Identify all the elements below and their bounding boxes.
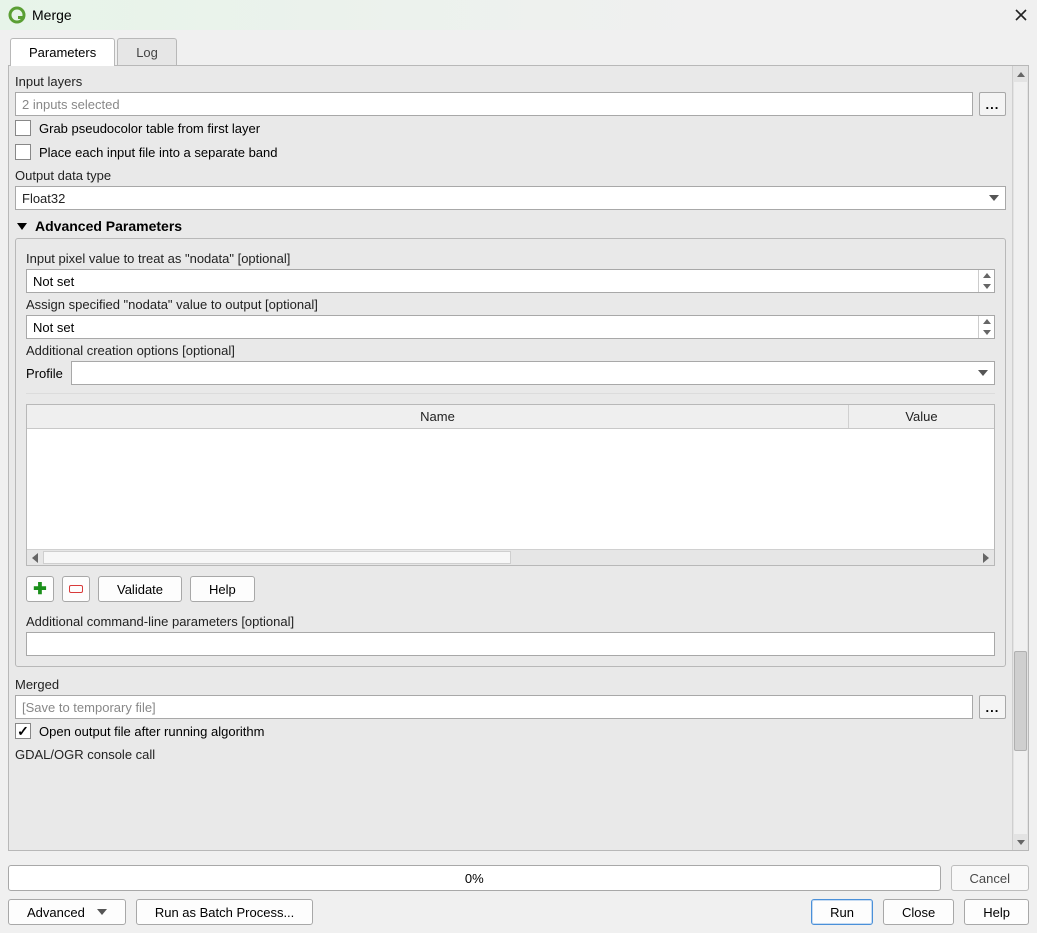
advanced-menu-label: Advanced xyxy=(27,905,85,920)
tab-log[interactable]: Log xyxy=(117,38,177,66)
footer: 0% Cancel Advanced Run as Batch Process.… xyxy=(0,859,1037,933)
assign-nodata-label: Assign specified "nodata" value to outpu… xyxy=(26,297,995,312)
pseudocolor-label: Grab pseudocolor table from first layer xyxy=(39,121,260,136)
merged-output-field[interactable] xyxy=(15,695,973,719)
tab-parameters[interactable]: Parameters xyxy=(10,38,115,66)
scroll-up-button[interactable] xyxy=(1014,67,1028,81)
scroll-thumb[interactable] xyxy=(43,551,511,564)
help-small-button[interactable]: Help xyxy=(190,576,255,602)
separate-band-checkbox[interactable] xyxy=(15,144,31,160)
panel-vscrollbar[interactable] xyxy=(1012,66,1028,850)
chevron-down-icon xyxy=(989,195,999,201)
input-layers-browse-button[interactable]: ... xyxy=(979,92,1006,116)
open-output-label: Open output file after running algorithm xyxy=(39,724,264,739)
close-button[interactable]: Close xyxy=(883,899,954,925)
scroll-right-button[interactable] xyxy=(978,550,994,565)
output-data-type-dropdown[interactable]: Float32 xyxy=(15,186,1006,210)
additional-cmd-label: Additional command-line parameters [opti… xyxy=(26,614,995,629)
plus-icon: ✚ xyxy=(33,579,46,599)
additional-cmd-field[interactable] xyxy=(26,632,995,656)
run-batch-button[interactable]: Run as Batch Process... xyxy=(136,899,313,925)
titlebar: Merge xyxy=(0,0,1037,30)
scroll-down-button[interactable] xyxy=(1014,835,1028,849)
scroll-thumb[interactable] xyxy=(1014,651,1027,751)
merged-browse-button[interactable]: ... xyxy=(979,695,1006,719)
tab-strip: Parameters Log xyxy=(10,38,1029,66)
creation-options-table: Name Value xyxy=(26,404,995,566)
validate-button[interactable]: Validate xyxy=(98,576,182,602)
assign-nodata-field[interactable]: Not set xyxy=(26,315,995,339)
table-header-name[interactable]: Name xyxy=(27,405,849,428)
input-nodata-label: Input pixel value to treat as "nodata" [… xyxy=(26,251,995,266)
profile-label: Profile xyxy=(26,366,63,381)
chevron-down-icon xyxy=(97,909,107,915)
advanced-toggle[interactable]: Advanced Parameters xyxy=(15,218,1006,234)
scroll-left-button[interactable] xyxy=(27,550,43,565)
spin-down-button[interactable] xyxy=(978,327,994,338)
separate-band-checkbox-row[interactable]: Place each input file into a separate ba… xyxy=(15,144,1006,160)
table-body[interactable] xyxy=(27,429,994,549)
chevron-down-icon xyxy=(978,370,988,376)
spin-up-button[interactable] xyxy=(978,316,994,327)
spin-up-button[interactable] xyxy=(978,270,994,281)
input-nodata-field[interactable]: Not set xyxy=(26,269,995,293)
additional-creation-label: Additional creation options [optional] xyxy=(26,343,995,358)
table-hscrollbar[interactable] xyxy=(27,549,994,565)
output-data-type-value: Float32 xyxy=(22,191,983,206)
advanced-box: Input pixel value to treat as "nodata" [… xyxy=(15,238,1006,667)
output-data-type-label: Output data type xyxy=(15,168,1006,183)
chevron-down-icon xyxy=(17,223,27,230)
cancel-button[interactable]: Cancel xyxy=(951,865,1029,891)
minus-icon xyxy=(69,585,83,593)
separate-band-label: Place each input file into a separate ba… xyxy=(39,145,278,160)
table-header-value[interactable]: Value xyxy=(849,405,994,428)
input-nodata-value: Not set xyxy=(27,274,978,289)
parameters-panel: Input layers ... Grab pseudocolor table … xyxy=(8,65,1029,851)
pseudocolor-checkbox[interactable] xyxy=(15,120,31,136)
run-button[interactable]: Run xyxy=(811,899,873,925)
add-row-button[interactable]: ✚ xyxy=(26,576,54,602)
assign-nodata-value: Not set xyxy=(27,320,978,335)
help-button[interactable]: Help xyxy=(964,899,1029,925)
qgis-icon xyxy=(8,6,26,24)
input-layers-field[interactable] xyxy=(15,92,973,116)
pseudocolor-checkbox-row[interactable]: Grab pseudocolor table from first layer xyxy=(15,120,1006,136)
open-output-checkbox[interactable] xyxy=(15,723,31,739)
remove-row-button[interactable] xyxy=(62,576,90,602)
window-title: Merge xyxy=(32,7,72,23)
input-layers-label: Input layers xyxy=(15,74,1006,89)
progress-bar: 0% xyxy=(8,865,941,891)
close-icon[interactable] xyxy=(1013,7,1029,23)
merged-label: Merged xyxy=(15,677,1006,692)
spin-down-button[interactable] xyxy=(978,281,994,292)
gdal-call-label: GDAL/OGR console call xyxy=(15,747,1006,762)
progress-text: 0% xyxy=(465,871,484,886)
advanced-menu-button[interactable]: Advanced xyxy=(8,899,126,925)
advanced-header-label: Advanced Parameters xyxy=(35,218,182,234)
open-output-checkbox-row[interactable]: Open output file after running algorithm xyxy=(15,723,1006,739)
profile-dropdown[interactable] xyxy=(71,361,995,385)
